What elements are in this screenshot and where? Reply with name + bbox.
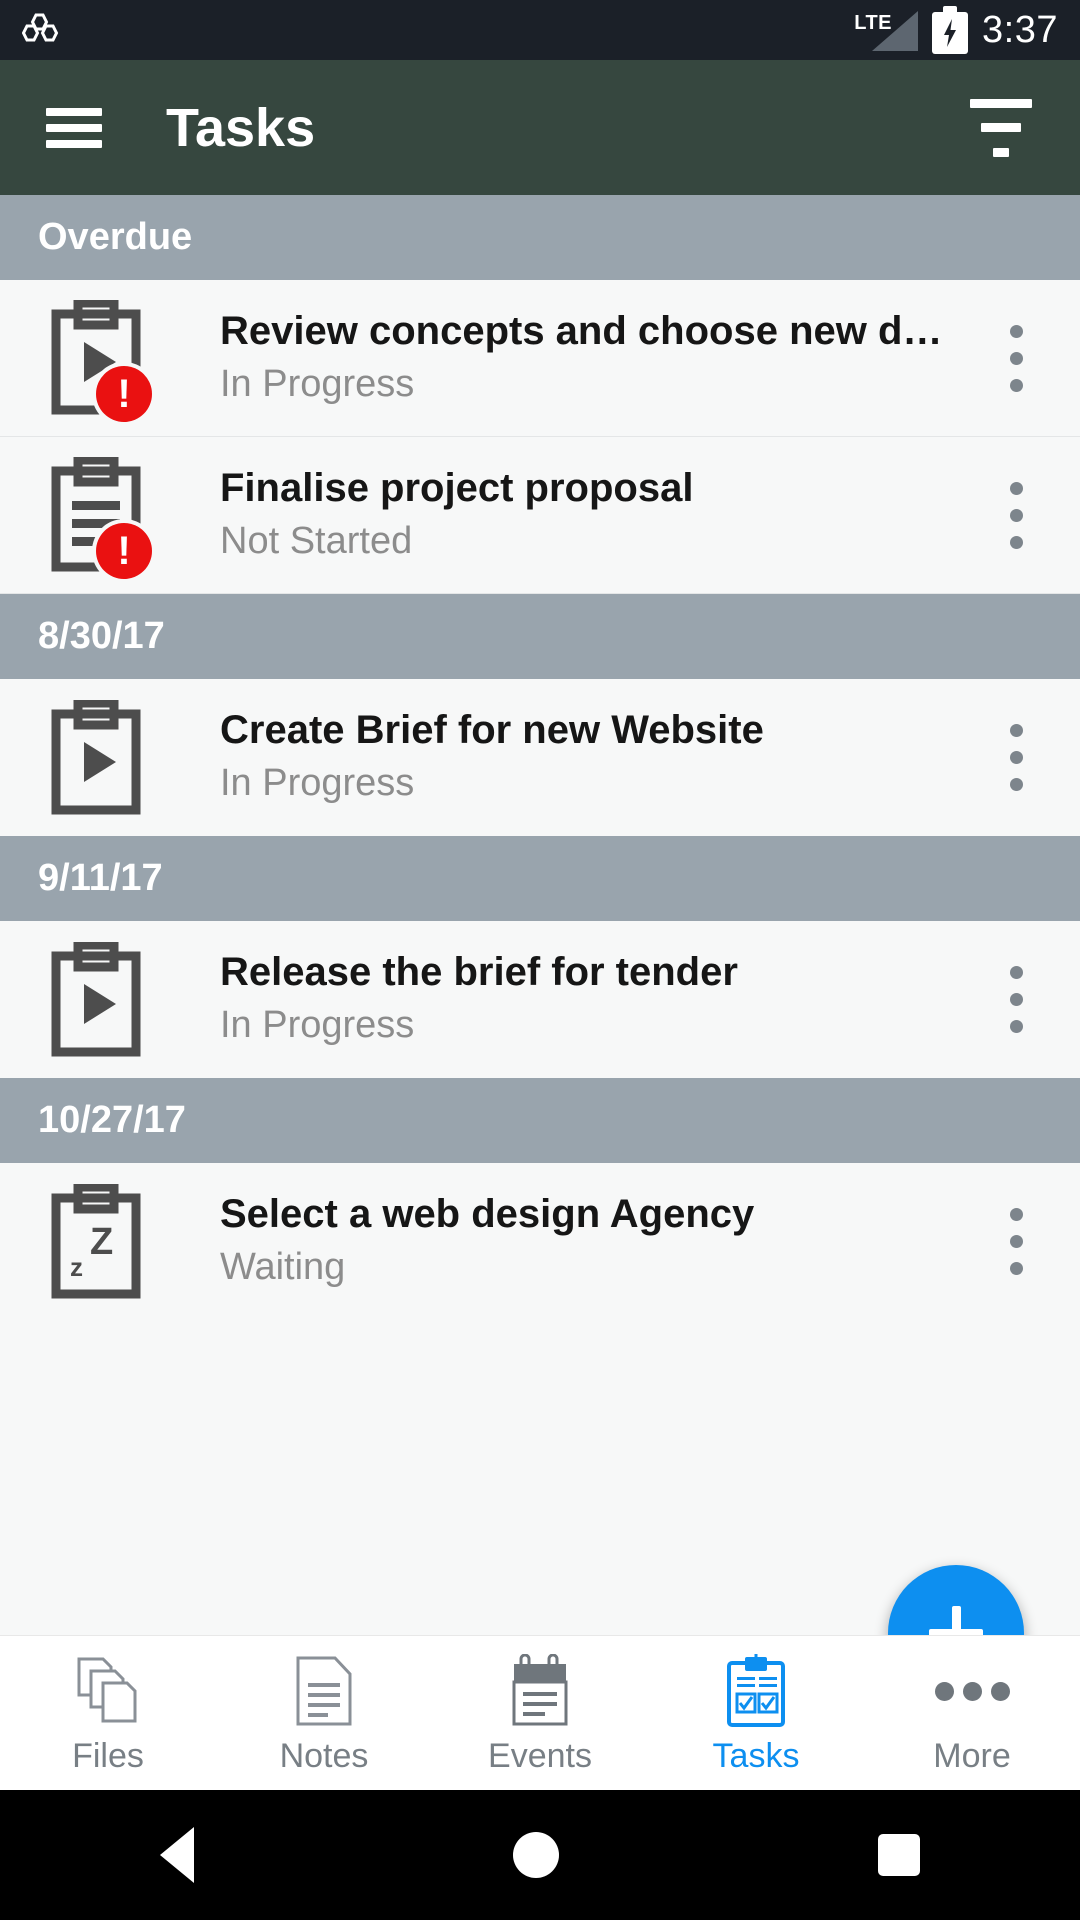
clipboard-play-icon [44,941,148,1058]
kebab-menu-icon[interactable] [986,457,1046,573]
android-navigation-bar [0,1790,1080,1920]
overdue-badge: ! [96,366,152,422]
clipboard-checklist-icon [720,1653,792,1729]
task-text: Finalise project proposal Not Started [220,466,986,564]
nav-label: Notes [279,1737,369,1775]
add-task-fab[interactable] [888,1565,1024,1635]
section-label: 8/30/17 [38,615,165,657]
nav-label: Tasks [712,1737,800,1775]
app-bar: Tasks [0,60,1080,195]
kebab-menu-icon[interactable] [986,942,1046,1058]
clipboard-lines-icon: ! [44,457,152,579]
task-status: In Progress [220,762,415,805]
hamburger-menu-icon[interactable] [46,107,102,148]
nav-item-more[interactable]: More [864,1636,1080,1790]
kebab-menu-icon[interactable] [986,1184,1046,1300]
task-text: Release the brief for tender In Progress [220,950,986,1048]
task-text: Review concepts and choose new d… In Pro… [220,309,986,407]
section-label: 10/27/17 [38,1099,186,1141]
section-label: 9/11/17 [38,857,163,899]
nav-item-tasks[interactable]: Tasks [648,1636,864,1790]
battery-charging-icon [932,6,969,54]
svg-text:z: z [70,1252,83,1282]
svg-text:Z: Z [90,1221,113,1263]
section-header-overdue: Overdue [0,195,1080,280]
recents-square-icon[interactable] [878,1834,921,1876]
section-header-date: 8/30/17 [0,594,1080,679]
home-circle-icon[interactable] [512,1832,559,1878]
status-bar: LTE 3:37 [0,0,1080,60]
clipboard-play-icon [44,699,148,816]
section-header-date: 10/27/17 [0,1078,1080,1163]
section-header-date: 9/11/17 [0,836,1080,921]
table-row[interactable]: Z z Select a web design Agency Waiting [0,1163,1080,1320]
nav-label: Events [488,1737,592,1775]
table-row[interactable]: Create Brief for new Website In Progress [0,679,1080,836]
task-status: Not Started [220,519,413,562]
hexagon-cluster-icon [21,11,68,50]
table-row[interactable]: Release the brief for tender In Progress [0,921,1080,1078]
bottom-navigation: Files Notes Events Tasks More [0,1635,1080,1790]
calendar-notepad-icon [504,1653,576,1729]
table-row[interactable]: ! Finalise project proposal Not Started [0,437,1080,594]
task-title: Create Brief for new Website [220,708,764,753]
note-page-icon [288,1653,360,1729]
clipboard-sleep-icon: Z z [44,1183,148,1300]
signal-triangle-icon [862,9,919,51]
section-label: Overdue [38,216,193,258]
task-title: Release the brief for tender [220,950,738,995]
task-list[interactable]: Overdue ! Review concepts and choose new… [0,195,1080,1635]
task-text: Create Brief for new Website In Progress [220,708,986,806]
page-title: Tasks [166,97,316,158]
task-title: Finalise project proposal [220,465,694,510]
clipboard-play-icon: ! [44,300,152,422]
nav-item-events[interactable]: Events [432,1636,648,1790]
task-text: Select a web design Agency Waiting [220,1192,986,1290]
nav-item-files[interactable]: Files [0,1636,216,1790]
status-bar-right: LTE 3:37 [854,6,1058,54]
nav-label: Files [72,1737,144,1775]
task-title: Review concepts and choose new d… [220,308,943,353]
kebab-menu-icon[interactable] [986,300,1046,416]
task-title: Select a web design Agency [220,1192,755,1237]
clock-time: 3:37 [982,8,1058,51]
nav-item-notes[interactable]: Notes [216,1636,432,1790]
task-status: In Progress [220,362,415,405]
table-row[interactable]: ! Review concepts and choose new d… In P… [0,280,1080,437]
status-bar-left [21,11,68,50]
back-triangle-icon[interactable] [159,1827,194,1883]
task-status: In Progress [220,1004,415,1047]
kebab-menu-icon[interactable] [986,700,1046,816]
task-status: Waiting [220,1246,346,1289]
overdue-badge: ! [96,523,152,579]
files-stack-icon [72,1653,144,1729]
ellipsis-icon [934,1653,1010,1729]
filter-sort-icon[interactable] [968,98,1034,157]
nav-label: More [933,1737,1011,1775]
phone-screen: LTE 3:37 Tasks Overdue ! Review concepts… [0,0,1080,1920]
